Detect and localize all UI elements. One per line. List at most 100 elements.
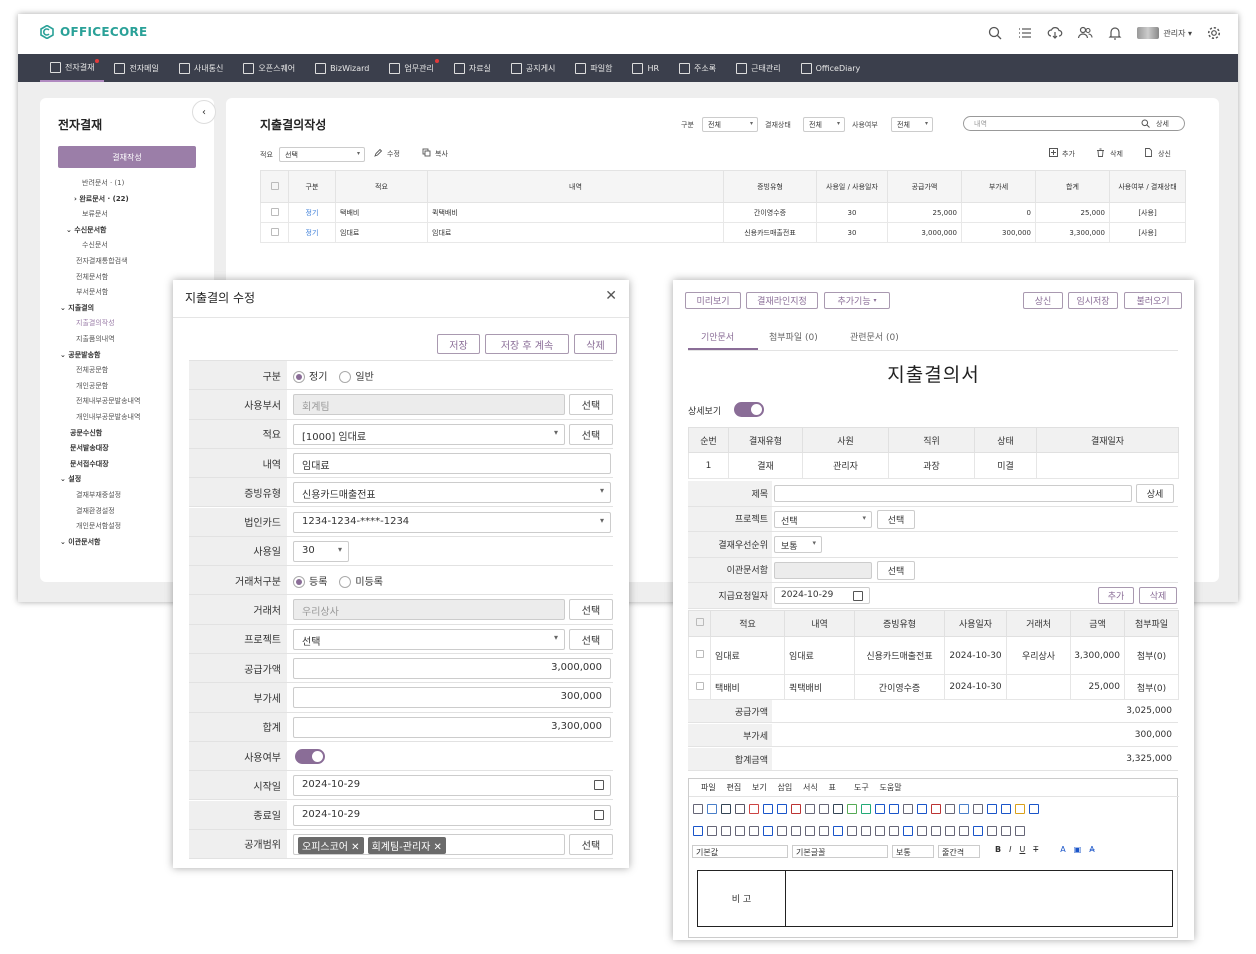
- editor-menu-item[interactable]: 파일: [701, 782, 716, 793]
- sidebar-item[interactable]: 공문수신함: [70, 428, 102, 438]
- table-cell[interactable]: 정기: [288, 202, 336, 223]
- font-color-icon[interactable]: A: [1060, 845, 1065, 854]
- toolbar-icon[interactable]: [721, 804, 731, 814]
- table-cell[interactable]: 정기: [288, 222, 336, 243]
- sidebar-item[interactable]: › 완료문서 · (22): [74, 194, 129, 204]
- filter-use-select[interactable]: 전체: [891, 117, 933, 132]
- approval-line-button[interactable]: 결재라인지정: [746, 292, 818, 309]
- toolbar-icon[interactable]: [931, 826, 941, 836]
- select-button-dept[interactable]: 선택: [569, 394, 613, 416]
- underline-icon[interactable]: U: [1019, 845, 1025, 854]
- extra-functions-button[interactable]: 추가기능 ▾: [824, 292, 890, 309]
- toolbar-icon[interactable]: [791, 826, 801, 836]
- toolbar-icon[interactable]: [763, 826, 773, 836]
- item-cell[interactable]: 첨부(0): [1124, 636, 1179, 675]
- nav-item[interactable]: 오픈스퀘어: [233, 54, 305, 82]
- select-button-scope[interactable]: 선택: [569, 833, 613, 855]
- font-select[interactable]: 기본글꼴: [792, 845, 888, 858]
- field-jeokyo[interactable]: [1000] 임대료: [293, 423, 565, 445]
- load-button[interactable]: 불러오기: [1124, 292, 1182, 309]
- toolbar-icon[interactable]: [1029, 804, 1039, 814]
- sidebar-item[interactable]: 반려문서 · (1): [82, 178, 124, 188]
- toolbar-icon[interactable]: [763, 804, 773, 814]
- toolbar-icon[interactable]: [959, 826, 969, 836]
- toolbar-icon[interactable]: [959, 804, 969, 814]
- italic-icon[interactable]: I: [1009, 845, 1011, 854]
- rich-text-editor[interactable]: 파일 편집 보기 삽입 서식 표 도구 도움말 기본값 기본글꼴 보통 줄간격 BIUT A ▣…: [688, 778, 1179, 938]
- submit-button[interactable]: 상신: [1023, 292, 1063, 309]
- nav-item[interactable]: 주소록: [669, 54, 726, 82]
- priority-select[interactable]: 보통: [774, 536, 822, 553]
- project-select[interactable]: 선택: [774, 510, 872, 528]
- detail-view-toggle[interactable]: [734, 402, 764, 417]
- field-dept[interactable]: 회계팀: [293, 394, 565, 416]
- editor-menu-item[interactable]: 편집: [727, 782, 742, 793]
- nav-item[interactable]: HR: [622, 54, 669, 82]
- user-menu[interactable]: 관리자 ▾: [1137, 27, 1192, 39]
- save-continue-button[interactable]: 저장 후 계속: [485, 334, 569, 354]
- editor-menu-item[interactable]: 도구: [854, 782, 869, 793]
- sidebar-item[interactable]: ⌄ 공문발송함: [60, 350, 101, 360]
- scope-input[interactable]: 오피스코어 ✕ 회계팀-관리자 ✕: [293, 833, 565, 855]
- users-icon[interactable]: [1077, 25, 1093, 41]
- sidebar-collapse-button[interactable]: ‹: [192, 100, 216, 124]
- radio-button[interactable]: [293, 576, 305, 589]
- bg-color-icon[interactable]: ▣: [1074, 845, 1082, 854]
- search-input[interactable]: 내역: [963, 116, 1185, 131]
- radio-button[interactable]: [293, 371, 305, 383]
- toolbar-icon[interactable]: [903, 826, 913, 836]
- editor-menu-item[interactable]: 보기: [752, 782, 767, 793]
- sidebar-item[interactable]: 지출결의작성: [76, 318, 115, 328]
- transfer-select-button[interactable]: 선택: [877, 560, 915, 580]
- select-button-vendor[interactable]: 선택: [569, 599, 613, 621]
- use-toggle[interactable]: [295, 748, 325, 764]
- toolbar-icon[interactable]: [1001, 804, 1011, 814]
- temp-save-button[interactable]: 임시저장: [1068, 292, 1118, 309]
- select-button-project[interactable]: 선택: [569, 628, 613, 650]
- paydate-input[interactable]: 2024-10-29: [774, 587, 870, 604]
- sidebar-item[interactable]: 개인공문함: [76, 381, 108, 391]
- toolbar-icon[interactable]: [693, 826, 703, 836]
- toolbar-icon[interactable]: [819, 826, 829, 836]
- field-proof[interactable]: 신용카드매출전표: [293, 482, 611, 504]
- field-useday[interactable]: 30: [293, 540, 349, 562]
- toolbar-icon[interactable]: [987, 804, 997, 814]
- preview-button[interactable]: 미리보기: [685, 292, 741, 309]
- toolbar-icon[interactable]: [973, 826, 983, 836]
- line-spacing-select[interactable]: 줄간격: [938, 845, 980, 858]
- bell-icon[interactable]: [1107, 25, 1123, 41]
- nav-item[interactable]: 파일함: [565, 54, 622, 82]
- sidebar-item[interactable]: 문서발송대장: [70, 443, 109, 453]
- search-icon[interactable]: [987, 25, 1003, 41]
- add-button[interactable]: 추가: [1062, 149, 1075, 159]
- calendar-icon[interactable]: [594, 809, 604, 820]
- save-button[interactable]: 저장: [437, 334, 480, 354]
- radio-button[interactable]: [339, 371, 352, 383]
- toolbar-icon[interactable]: [1015, 804, 1025, 814]
- scope-tag[interactable]: 회계팀-관리자 ✕: [367, 836, 446, 854]
- sidebar-item[interactable]: 전자결재통합검색: [76, 256, 128, 266]
- delete-item-button[interactable]: 삭제: [1139, 587, 1177, 604]
- item-row[interactable]: 임대료 임대료 신용카드매출전표 2024-10-30 우리상사 3,300,000 첨부(…: [688, 636, 1179, 675]
- calendar-icon[interactable]: [594, 780, 604, 791]
- toolbar-icon[interactable]: [917, 804, 927, 814]
- toolbar-icon[interactable]: [1001, 826, 1011, 836]
- clear-format-icon[interactable]: A̶: [1089, 845, 1094, 854]
- nav-item[interactable]: 사내통신: [169, 54, 233, 82]
- field-end[interactable]: 2024-10-29: [293, 804, 611, 826]
- toolbar-icon[interactable]: [973, 804, 983, 814]
- toolbar-icon[interactable]: [833, 826, 843, 836]
- toolbar-icon[interactable]: [945, 826, 955, 836]
- edit-button[interactable]: 수정: [387, 149, 400, 159]
- subject-input[interactable]: [774, 485, 1132, 502]
- toolbar-icon[interactable]: [931, 804, 941, 814]
- select-all-checkbox[interactable]: [260, 170, 289, 203]
- items-select-all-checkbox[interactable]: [688, 610, 711, 637]
- sidebar-item[interactable]: 전체내부공문발송내역: [76, 396, 140, 406]
- toolbar-icon[interactable]: [945, 804, 955, 814]
- toolbar-icon[interactable]: [721, 826, 731, 836]
- item-checkbox[interactable]: [688, 636, 711, 675]
- table-row[interactable]: 정기 택배비 퀵택배비 간이영수증 30 25,000 0 25,000 [사용]: [260, 202, 1186, 223]
- filter-type-select[interactable]: 전체: [702, 117, 758, 132]
- nav-item[interactable]: OfficeDiary: [791, 54, 871, 82]
